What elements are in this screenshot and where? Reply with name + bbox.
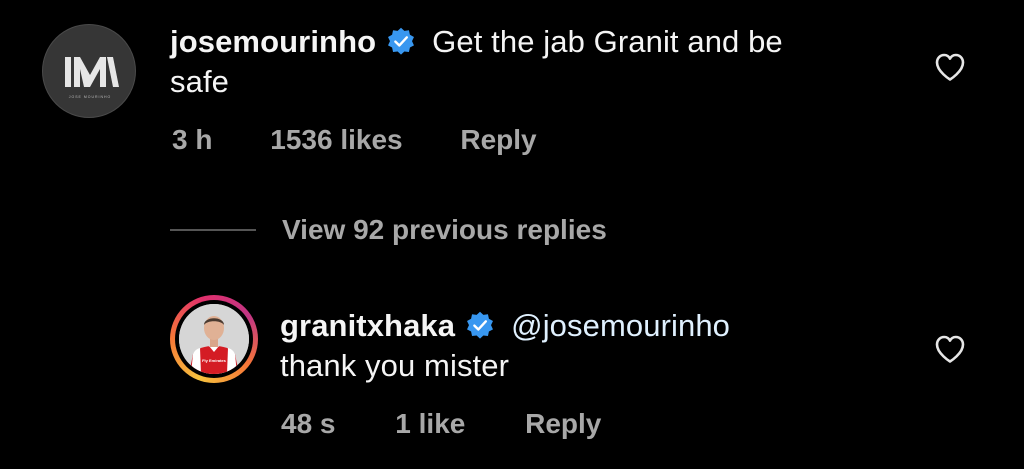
like-heart-icon[interactable]	[934, 334, 966, 364]
player-photo-icon: Fly Emirates	[179, 304, 249, 374]
comment-body-line2: safe	[170, 64, 229, 99]
avatar-granitxhaka[interactable]: Fly Emirates	[170, 295, 258, 383]
reply-button[interactable]: Reply	[460, 124, 536, 156]
likes-count[interactable]: 1 like	[395, 408, 465, 440]
timestamp: 48 s	[281, 408, 336, 439]
comment-body-line1: Get the jab Granit and be	[432, 24, 783, 59]
verified-badge-icon	[467, 311, 494, 339]
reply-meta: 48 s 1 like Reply	[281, 408, 601, 440]
mention-link[interactable]: @josemourinho	[511, 308, 730, 343]
likes-count[interactable]: 1536 likes	[270, 124, 402, 156]
svg-text:Fly Emirates: Fly Emirates	[202, 358, 227, 363]
reply-text: granitxhaka @josemourinho thank you mist…	[280, 306, 730, 386]
verified-badge-icon	[388, 27, 415, 55]
username[interactable]: josemourinho	[170, 24, 376, 59]
reply-button[interactable]: Reply	[525, 408, 601, 440]
timestamp: 3 h	[172, 124, 213, 155]
like-heart-icon[interactable]	[934, 52, 966, 82]
view-previous-replies[interactable]: View 92 previous replies	[170, 210, 607, 250]
jm-logo-icon: JOSE MOURINHO	[65, 57, 119, 99]
comment-meta: 3 h 1536 likes Reply	[172, 124, 537, 156]
reply-body: thank you mister	[280, 348, 510, 383]
comment-text: josemourinho Get the jab Granit and be s…	[170, 22, 783, 102]
avatar-photo: Fly Emirates	[179, 304, 249, 374]
svg-text:JOSE MOURINHO: JOSE MOURINHO	[69, 95, 112, 99]
view-replies-label[interactable]: View 92 previous replies	[282, 214, 607, 246]
replies-divider	[170, 229, 256, 231]
avatar-josemourinho[interactable]: JOSE MOURINHO	[42, 24, 136, 118]
username[interactable]: granitxhaka	[280, 308, 455, 343]
